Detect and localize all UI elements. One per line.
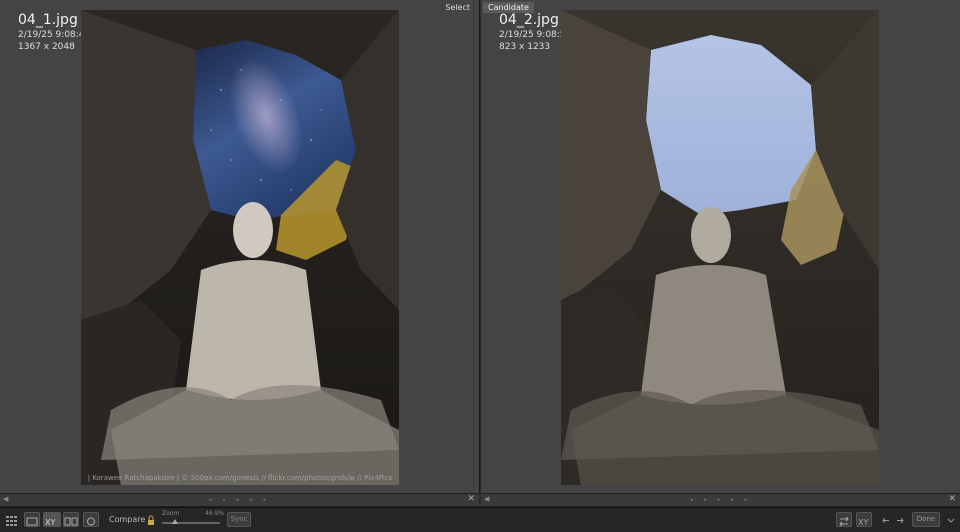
candidate-photo-image — [561, 10, 879, 485]
select-photo-image — [81, 10, 399, 485]
people-view-icon[interactable] — [83, 512, 99, 527]
select-label: Select — [445, 3, 470, 12]
compare-label: Compare : — [109, 515, 151, 524]
grid-view-icon[interactable] — [5, 512, 19, 526]
sync-button[interactable]: Sync — [227, 512, 251, 527]
zoom-slider[interactable] — [162, 519, 220, 524]
drag-handle-icon[interactable]: • • • • • — [209, 497, 270, 504]
zoom-slider-knob[interactable] — [172, 519, 178, 524]
bottom-toolbar: XY Compare : Zoom 46.9% Sync XY Done — [0, 507, 960, 530]
previous-arrow-icon[interactable] — [881, 512, 891, 525]
candidate-pane[interactable]: Candidate 04_2.jpg 2/19/25 9:08:55 PM 82… — [481, 0, 960, 493]
close-icon[interactable]: ✕ — [467, 494, 475, 504]
compare-view-icon[interactable]: XY — [43, 512, 61, 527]
lock-icon[interactable] — [146, 512, 156, 525]
drag-handle-icon[interactable]: • • • • • — [690, 497, 751, 504]
svg-text:XY: XY — [858, 518, 868, 527]
close-icon[interactable]: ✕ — [948, 494, 956, 504]
zoom-label: Zoom — [162, 510, 180, 517]
swap-icon[interactable] — [836, 512, 852, 527]
select-photo[interactable]: | Korawee Ratchapakdee | © 500px.com/gen… — [81, 10, 399, 485]
zoom-value: 46.9% — [205, 510, 225, 517]
toolbar-menu-icon[interactable] — [946, 512, 956, 525]
select-pane[interactable]: Select 04_1.jpg 2/19/25 9:08:48 PM 1367 … — [0, 0, 480, 493]
next-arrow-icon[interactable] — [895, 512, 905, 525]
expand-triangle-icon[interactable]: ◀ — [484, 495, 489, 503]
svg-text:XY: XY — [45, 518, 55, 527]
make-select-icon[interactable]: XY — [856, 512, 872, 527]
loupe-view-icon[interactable] — [24, 512, 40, 527]
photo-credit: | Korawee Ratchapakdee | © 500px.com/gen… — [87, 474, 393, 482]
done-button[interactable]: Done — [912, 512, 940, 527]
candidate-photo[interactable] — [561, 10, 879, 485]
survey-view-icon[interactable] — [63, 512, 79, 527]
candidate-pane-strip: ◀ • • • • • ✕ — [481, 493, 960, 507]
expand-triangle-icon[interactable]: ◀ — [3, 495, 8, 503]
select-pane-strip: ◀ • • • • • ✕ — [0, 493, 479, 507]
